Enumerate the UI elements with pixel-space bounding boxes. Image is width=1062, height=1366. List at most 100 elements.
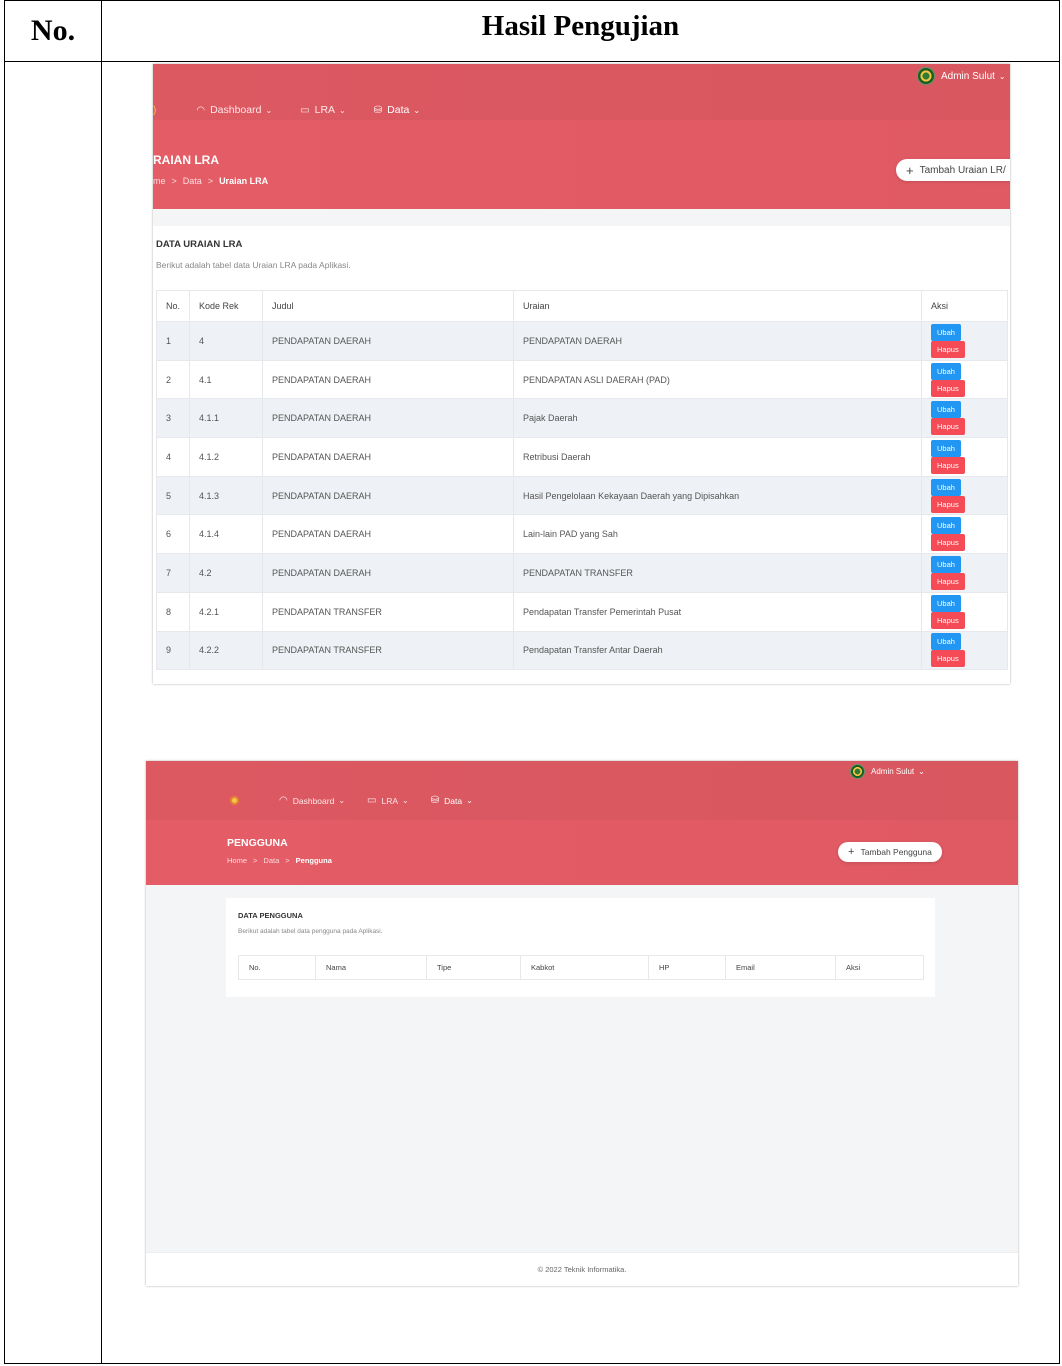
- nav-data[interactable]: ⛁ Data ⌄: [431, 795, 473, 806]
- breadcrumb-separator: >: [285, 856, 290, 865]
- delete-button[interactable]: Hapus: [931, 379, 965, 397]
- wallet-icon: ▭: [300, 104, 310, 116]
- cell-no: 8: [155, 591, 191, 632]
- delete-button[interactable]: Hapus: [931, 418, 965, 436]
- delete-button[interactable]: Hapus: [931, 572, 965, 590]
- cell-judul: PENDAPATAN TRANSFER: [262, 591, 515, 632]
- edit-button[interactable]: Ubah: [931, 633, 961, 651]
- user-menu[interactable]: Admin Sulut ⌄: [917, 67, 1006, 85]
- table-row: 2 4.1 PENDAPATAN DAERAH PENDAPATAN ASLI DAE…: [155, 359, 1008, 400]
- card-subtitle: Berikut adalah tabel data pengguna pada …: [238, 928, 383, 935]
- table-row: 9 4.2.2 PENDAPATAN TRANSFER Pendapatan Tran…: [155, 630, 1008, 671]
- cell-judul: PENDAPATAN DAERAH: [262, 553, 515, 593]
- footer: © 2022 Teknik Informatika.: [146, 1252, 1018, 1286]
- breadcrumb-data[interactable]: Data: [263, 856, 279, 865]
- breadcrumb-data[interactable]: Data: [183, 176, 202, 186]
- uraian-table: No. Kode Rek Judul Uraian Aksi 1 4 PENDAPA…: [155, 290, 1008, 671]
- breadcrumb-home[interactable]: Home: [227, 856, 247, 865]
- cell-aksi: UbahHapus: [921, 630, 1008, 671]
- page-title: PENGGUNA: [227, 837, 288, 849]
- crest-icon: [917, 67, 935, 85]
- chevron-down-icon: ⌄: [466, 796, 473, 805]
- wallet-icon: ▭: [367, 795, 377, 806]
- table-row: 5 4.1.3 PENDAPATAN DAERAH Hasil Pengelolaan…: [155, 475, 1008, 516]
- cell-no: 6: [155, 514, 191, 555]
- edit-button[interactable]: Ubah: [931, 323, 961, 341]
- plus-icon: +: [848, 846, 855, 858]
- cell-uraian: PENDAPATAN DAERAH: [513, 321, 923, 361]
- add-user-button[interactable]: + Tambah Pengguna: [838, 842, 942, 862]
- col-uraian: Uraian: [513, 290, 923, 322]
- edit-button[interactable]: Ubah: [931, 439, 961, 457]
- main-nav: ◠ Dashboard ⌄ ▭ LRA ⌄ ⛁ Data ⌄: [230, 795, 501, 806]
- database-icon: ⛁: [373, 104, 383, 116]
- table-header-row: No. Kode Rek Judul Uraian Aksi: [155, 290, 1008, 322]
- col-hp: HP: [648, 955, 726, 980]
- nav-data[interactable]: ⛁ Data ⌄: [374, 104, 420, 116]
- cell-no: 4: [155, 437, 191, 477]
- add-uraian-button[interactable]: + Tambah Uraian LR/: [896, 159, 1010, 181]
- cell-aksi: UbahHapus: [921, 321, 1008, 361]
- nav-lra[interactable]: ▭ LRA ⌄: [367, 795, 409, 806]
- data-card: DATA PENGGUNA Berikut adalah tabel data …: [226, 898, 935, 997]
- table-row: 8 4.2.1 PENDAPATAN TRANSFER Pendapatan Tran…: [155, 591, 1008, 632]
- cell-kode-rek: 4.2: [189, 553, 264, 593]
- cell-no: 7: [155, 553, 191, 593]
- cell-aksi: UbahHapus: [921, 359, 1008, 400]
- table-row: 3 4.1.1 PENDAPATAN DAERAH Pajak Daerah UbahH…: [155, 398, 1008, 439]
- col-no: No.: [238, 955, 316, 980]
- card-subtitle: Berikut adalah tabel data Uraian LRA pad…: [156, 260, 351, 270]
- delete-button[interactable]: Hapus: [931, 495, 965, 513]
- cell-uraian: Retribusi Daerah: [513, 437, 923, 477]
- table-row: 7 4.2 PENDAPATAN DAERAH PENDAPATAN TRANSFER…: [155, 553, 1008, 593]
- chevron-down-icon: ⌄: [339, 105, 346, 115]
- nav-dashboard[interactable]: ◠ Dashboard ⌄: [279, 795, 345, 806]
- breadcrumb-home[interactable]: me: [153, 176, 166, 186]
- table-header-row: No. Nama Tipe Kabkot HP Email Aksi: [238, 955, 924, 980]
- cell-uraian: Pendapatan Transfer Antar Daerah: [513, 630, 923, 671]
- edit-button[interactable]: Ubah: [931, 401, 961, 419]
- delete-button[interactable]: Hapus: [931, 456, 965, 474]
- cell-kode-rek: 4.1.4: [189, 514, 264, 555]
- nav-dashboard[interactable]: ◠ Dashboard ⌄: [196, 104, 272, 116]
- cell-no: 5: [155, 475, 191, 516]
- user-menu[interactable]: Admin Sulut ⌄: [850, 764, 925, 779]
- col-aksi: Aksi: [921, 290, 1008, 322]
- delete-button[interactable]: Hapus: [931, 650, 965, 668]
- col-kabkot: Kabkot: [520, 955, 649, 980]
- header-divider: [5, 61, 1059, 62]
- delete-button[interactable]: Hapus: [931, 611, 965, 629]
- chevron-down-icon: ⌄: [338, 796, 346, 805]
- chevron-down-icon: ⌄: [265, 105, 273, 115]
- header-no: No.: [30, 14, 76, 47]
- breadcrumb-current: Uraian LRA: [219, 176, 269, 186]
- user-name: Admin Sulut: [941, 70, 995, 82]
- table-row: 4 4.1.2 PENDAPATAN DAERAH Retribusi Daerah U…: [155, 437, 1008, 477]
- cell-aksi: UbahHapus: [921, 514, 1008, 555]
- database-icon: ⛁: [430, 795, 440, 806]
- edit-button[interactable]: Ubah: [931, 478, 961, 496]
- cell-aksi: UbahHapus: [921, 437, 1008, 477]
- col-email: Email: [725, 955, 836, 980]
- cell-uraian: PENDAPATAN TRANSFER: [513, 553, 923, 593]
- breadcrumb-separator: >: [171, 176, 177, 186]
- cell-judul: PENDAPATAN DAERAH: [262, 398, 515, 439]
- delete-button[interactable]: Hapus: [931, 534, 965, 552]
- main-nav: ) ◠ Dashboard ⌄ ▭ LRA ⌄ ⛁ Data ⌄: [153, 104, 448, 116]
- breadcrumb-separator: >: [253, 856, 258, 865]
- screenshot-pengguna: Admin Sulut ⌄ ◠ Dashboard ⌄ ▭ LRA ⌄ ⛁ Data ⌄ P…: [146, 761, 1018, 1286]
- chevron-down-icon: ⌄: [998, 71, 1006, 81]
- cell-uraian: Lain-lain PAD yang Sah: [513, 514, 923, 555]
- gauge-icon: ◠: [196, 104, 206, 116]
- edit-button[interactable]: Ubah: [931, 594, 961, 612]
- edit-button[interactable]: Ubah: [931, 555, 961, 573]
- card-title: DATA URAIAN LRA: [156, 239, 243, 250]
- edit-button[interactable]: Ubah: [931, 517, 961, 535]
- edit-button[interactable]: Ubah: [931, 362, 961, 380]
- chevron-down-icon: ⌄: [918, 767, 925, 776]
- delete-button[interactable]: Hapus: [931, 340, 965, 358]
- header-band: [153, 64, 1010, 209]
- nav-lra[interactable]: ▭ LRA ⌄: [300, 104, 346, 116]
- breadcrumb-current: Pengguna: [295, 856, 332, 865]
- cell-uraian: PENDAPATAN ASLI DAERAH (PAD): [513, 359, 923, 400]
